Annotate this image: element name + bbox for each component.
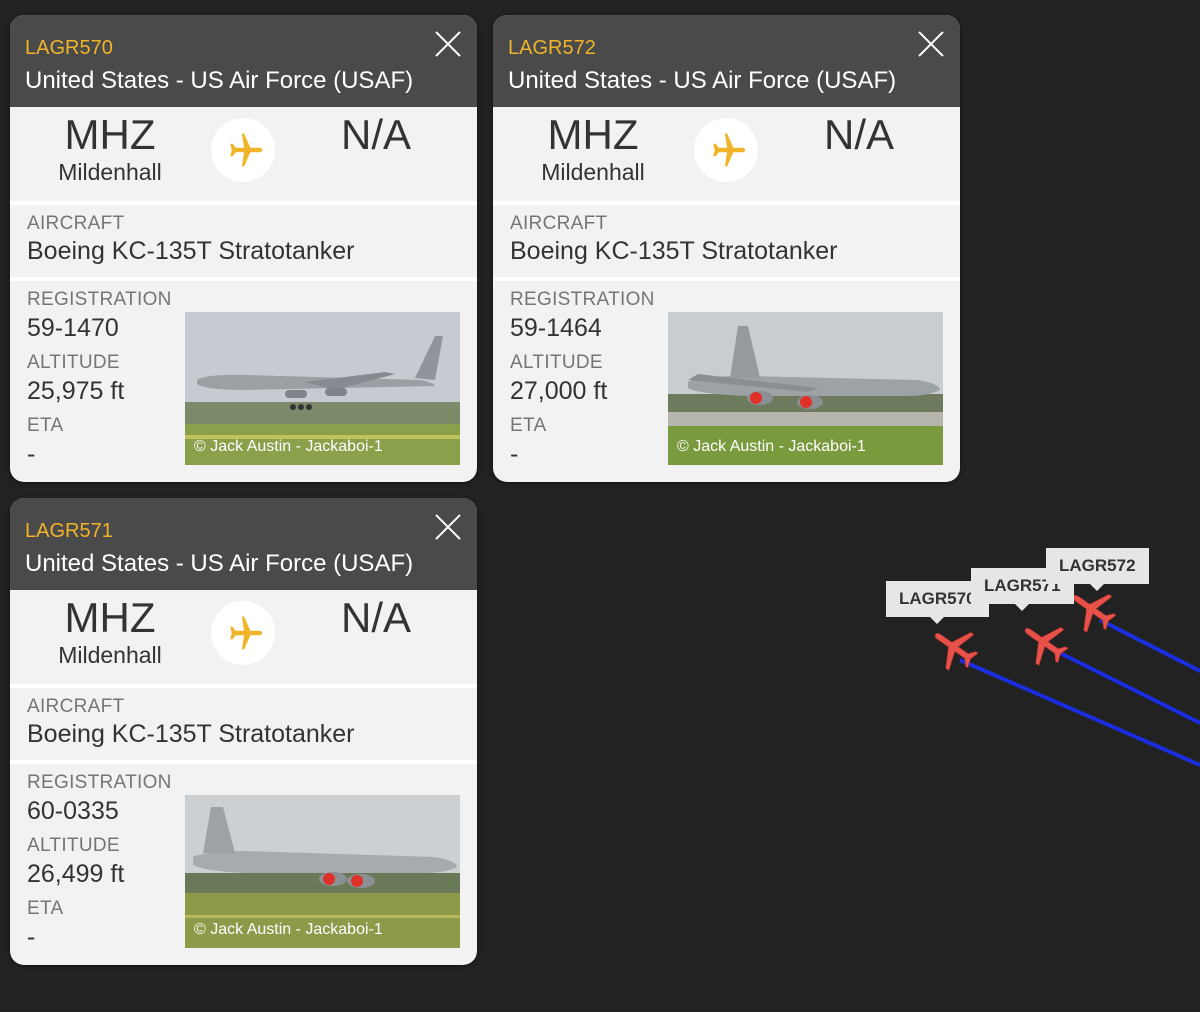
aircraft-photo[interactable]: © Jack Austin - Jackaboi-1 (185, 312, 460, 465)
destination-code: N/A (340, 111, 411, 158)
route-section: MHZ Mildenhall N/A (10, 107, 477, 201)
aircraft-section: AIRCRAFT Boeing KC-135T Stratotanker (10, 688, 477, 760)
details-section: REGISTRATION 59-1464 ALTITUDE 27,000 ft … (493, 281, 960, 482)
origin-name: Mildenhall (58, 159, 162, 185)
altitude-label: ALTITUDE (27, 835, 120, 856)
callsign: LAGR570 (25, 37, 113, 59)
photo-credit: © Jack Austin - Jackaboi-1 (194, 921, 383, 938)
registration-label: REGISTRATION (27, 772, 172, 793)
altitude-value: 25,975 ft (27, 377, 125, 405)
aircraft-type: Boeing KC-135T Stratotanker (27, 237, 355, 265)
registration-label: REGISTRATION (27, 289, 172, 310)
close-icon[interactable] (433, 29, 463, 59)
altitude-value: 26,499 ft (27, 860, 125, 888)
photo-credit: © Jack Austin - Jackaboi-1 (194, 438, 383, 455)
eta-value: - (27, 923, 36, 951)
route-section: MHZ Mildenhall N/A (493, 107, 960, 201)
aircraft-type: Boeing KC-135T Stratotanker (510, 237, 838, 265)
altitude-value: 27,000 ft (510, 377, 608, 405)
details-section: REGISTRATION 60-0335 ALTITUDE 26,499 ft … (10, 764, 477, 965)
airplane-icon (694, 118, 758, 182)
panel-header: LAGR572 United States - US Air Force (US… (493, 15, 960, 107)
origin-name: Mildenhall (541, 159, 645, 185)
flight-panel-lagr572: LAGR572 United States - US Air Force (US… (493, 15, 960, 482)
aircraft-section: AIRCRAFT Boeing KC-135T Stratotanker (10, 205, 477, 277)
origin-name: Mildenhall (58, 642, 162, 668)
callsign: LAGR571 (25, 520, 113, 542)
aircraft-label: AIRCRAFT (27, 213, 125, 234)
aircraft-marker-lagr570[interactable] (923, 616, 986, 678)
aircraft-photo[interactable]: © Jack Austin - Jackaboi-1 (185, 795, 460, 948)
registration-value: 60-0335 (27, 797, 119, 825)
altitude-label: ALTITUDE (510, 352, 603, 373)
photo-credit: © Jack Austin - Jackaboi-1 (677, 438, 866, 455)
flight-track-lagr572 (1099, 618, 1200, 673)
close-icon[interactable] (433, 512, 463, 542)
destination-code: N/A (823, 111, 894, 158)
eta-value: - (27, 440, 36, 468)
panel-header: LAGR570 United States - US Air Force (US… (10, 15, 477, 107)
registration-label: REGISTRATION (510, 289, 655, 310)
aircraft-section: AIRCRAFT Boeing KC-135T Stratotanker (493, 205, 960, 277)
airplane-icon (211, 118, 275, 182)
aircraft-type: Boeing KC-135T Stratotanker (27, 720, 355, 748)
map-label-lagr572[interactable]: LAGR572 (1046, 548, 1149, 591)
aircraft-label: AIRCRAFT (510, 213, 608, 234)
flight-track-lagr571 (1049, 646, 1200, 725)
eta-value: - (510, 440, 519, 468)
eta-label: ETA (27, 898, 64, 919)
eta-label: ETA (27, 415, 64, 436)
flight-panel-lagr571: LAGR571 United States - US Air Force (US… (10, 498, 477, 965)
origin-code: MHZ (64, 594, 156, 641)
flight-track-lagr570 (959, 658, 1200, 767)
operator: United States - US Air Force (USAF) (25, 67, 414, 94)
callsign: LAGR572 (508, 37, 596, 59)
panel-header: LAGR571 United States - US Air Force (US… (10, 498, 477, 590)
route-section: MHZ Mildenhall N/A (10, 590, 477, 684)
airplane-icon (211, 601, 275, 665)
origin-code: MHZ (547, 111, 639, 158)
close-icon[interactable] (916, 29, 946, 59)
registration-value: 59-1464 (510, 314, 602, 342)
eta-label: ETA (510, 415, 547, 436)
aircraft-label: AIRCRAFT (27, 696, 125, 717)
operator: United States - US Air Force (USAF) (508, 67, 897, 94)
details-section: REGISTRATION 59-1470 ALTITUDE 25,975 ft … (10, 281, 477, 482)
altitude-label: ALTITUDE (27, 352, 120, 373)
flight-panel-lagr570: LAGR570 United States - US Air Force (US… (10, 15, 477, 482)
destination-code: N/A (340, 594, 411, 641)
registration-value: 59-1470 (27, 314, 119, 342)
origin-code: MHZ (64, 111, 156, 158)
operator: United States - US Air Force (USAF) (25, 550, 414, 577)
aircraft-marker-lagr571[interactable] (1013, 611, 1076, 673)
aircraft-photo[interactable]: © Jack Austin - Jackaboi-1 (668, 312, 943, 465)
